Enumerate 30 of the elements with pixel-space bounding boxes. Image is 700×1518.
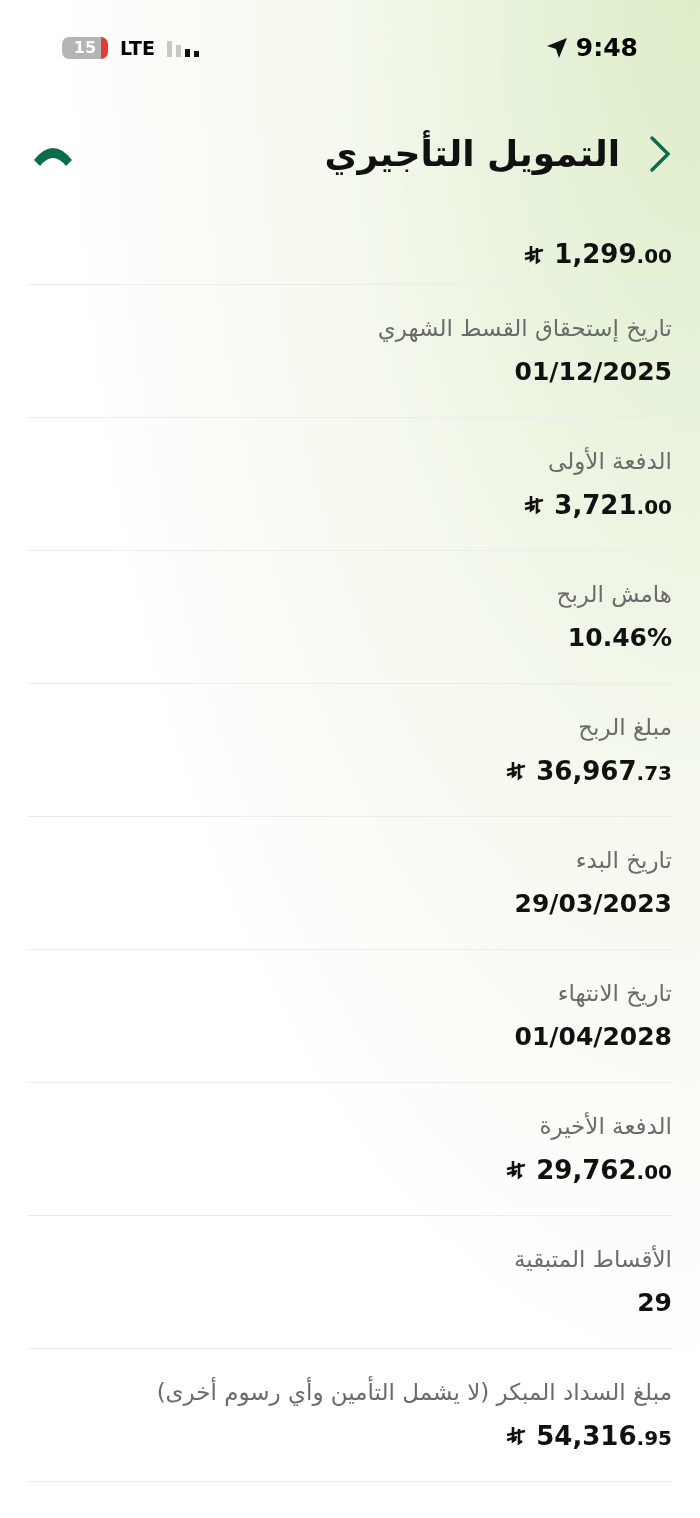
amount-text: 36,967.73 [536,754,672,788]
time-label: 9:48 [575,32,638,65]
field-value: 01/04/2028 [514,1021,672,1054]
field-label: الدفعة الأخيرة [538,1111,672,1142]
field-label: الأقساط المتبقية [512,1244,672,1275]
back-chevron-icon[interactable] [648,135,672,173]
field-label: مبلغ الربح [577,712,672,743]
field-label: الدفعة الأولى [547,446,672,477]
field-label: مبلغ السداد المبكر (لا يشمل التأمين وأي رسوم أخرى) [155,1375,672,1408]
field-value: 29/03/2023 [514,888,672,921]
riyal-sign-icon [506,1426,527,1446]
field-label: تاريخ البدء [574,846,672,876]
field-label: تاريخ الانتهاء [556,979,672,1009]
riyal-sign-icon [506,1160,527,1180]
field-label: تاريخ إستحقاق القسط الشهري [376,314,672,344]
amount-text: 54,316.95 [536,1419,672,1453]
riyal-sign-icon [524,244,545,265]
amount-text: 29,762.00 [536,1153,672,1187]
amount-text: 3,721.00 [554,488,672,522]
network-label: LTE [120,35,155,61]
page-title: التمويل التأجيري [324,127,620,181]
field-value: 10.46% [567,622,672,655]
amount-text: 1,299.00 [554,238,672,271]
field-value: 01/12/2025 [514,356,672,389]
field-label: هامش الربح [555,580,672,610]
battery-indicator: 15 [62,37,108,59]
location-arrow-icon [545,37,568,59]
field-value: 29 [637,1287,672,1320]
riyal-sign-icon [506,761,527,781]
riyal-sign-icon [524,495,545,515]
